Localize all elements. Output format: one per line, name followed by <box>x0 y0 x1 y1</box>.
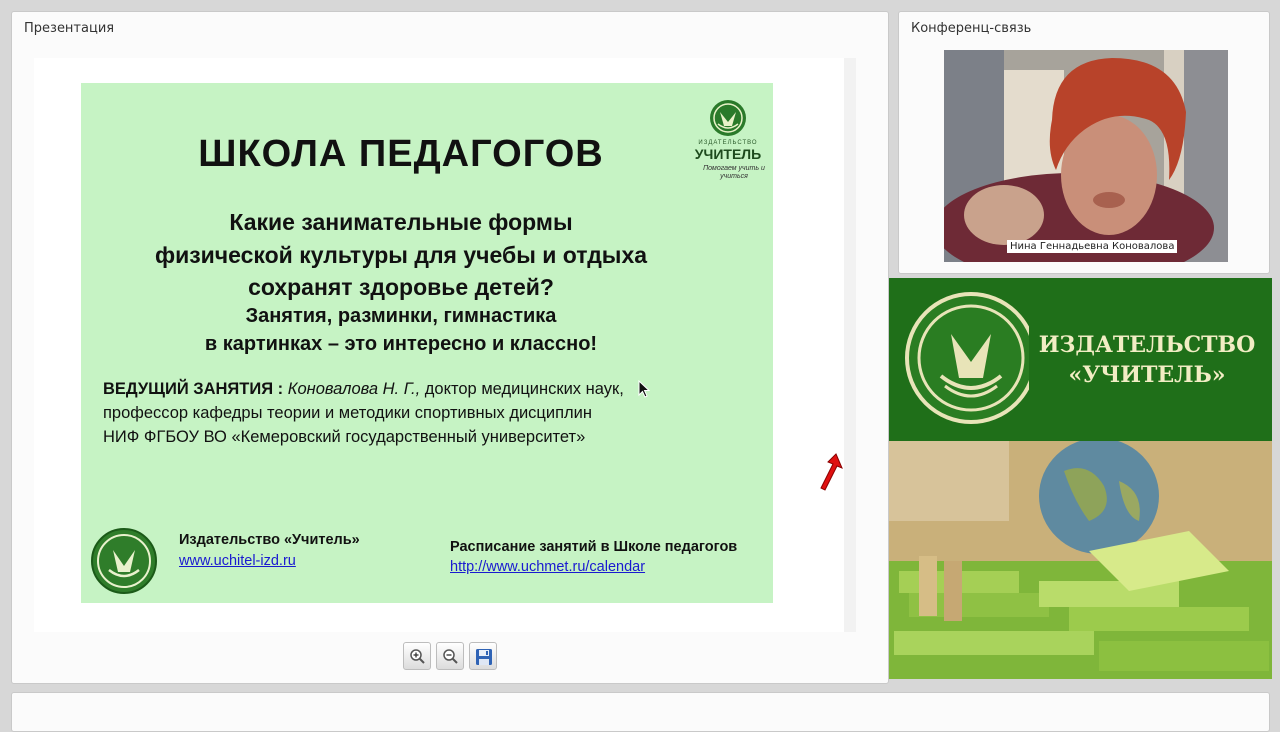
zoom-in-button[interactable] <box>403 642 431 670</box>
slide-lecturer-info: ВЕДУЩИЙ ЗАНЯТИЯ : Коновалова Н. Г., докт… <box>103 377 624 449</box>
slide-title: ШКОЛА ПЕДАГОГОВ <box>198 133 604 175</box>
logo-top-tagline: Помогаем учить и учиться <box>703 165 765 180</box>
publisher-banner: ИЗДАТЕЛЬСТВО «УЧИТЕЛЬ» <box>889 278 1272 441</box>
schedule-link[interactable]: http://www.uchmet.ru/calendar <box>450 559 645 575</box>
lecturer-degree: доктор медицинских наук, <box>420 380 624 398</box>
participant-video-frame <box>944 50 1228 262</box>
bottom-pod <box>11 692 1270 732</box>
uchitel-logo-top: ИЗДАТЕЛЬСТВО УЧИТЕЛЬ Помогаем учить и уч… <box>685 97 771 191</box>
lecturer-label: ВЕДУЩИЙ ЗАНЯТИЯ : <box>103 380 288 398</box>
lecturer-line-3: НИФ ФГБОУ ВО «Кемеровский государственны… <box>103 428 586 446</box>
participant-name-label: Нина Геннадьевна Коновалова <box>1007 240 1178 253</box>
banner-emblem-icon <box>905 292 1029 424</box>
banner-line-2: «УЧИТЕЛЬ» <box>1068 362 1226 388</box>
schedule-title: Расписание занятий в Школе педагогов <box>450 539 738 555</box>
slide-question-line: Какие занимательные формы <box>229 209 573 235</box>
publisher-link[interactable]: www.uchitel-izd.ru <box>179 553 296 569</box>
banner-image <box>889 441 1272 679</box>
presenter-pointer-icon <box>820 453 843 491</box>
slide-question-line: физической культуры для учебы и отдыха <box>154 242 648 268</box>
slide-subtitle-line: Занятия, разминки, гимнастика <box>245 305 557 327</box>
conference-pod: Конференц-связь Нина Геннадьевна Коновал… <box>898 11 1270 274</box>
lecturer-line-1: ВЕДУЩИЙ ЗАНЯТИЯ : Коновалова Н. Г., докт… <box>103 377 624 401</box>
slide-subtitle-line: в картинках – это интересно и классно! <box>204 333 598 355</box>
zoom-in-icon <box>410 649 425 664</box>
lecturer-name: Коновалова Н. Г., <box>287 380 421 398</box>
slide-question-line: сохранят здоровье детей? <box>248 274 554 300</box>
zoom-out-icon <box>443 649 458 664</box>
publisher-name: Издательство «Учитель» <box>179 532 360 548</box>
conference-pod-title: Конференц-связь <box>911 21 1032 36</box>
banner-line-1: ИЗДАТЕЛЬСТВО <box>1038 332 1256 358</box>
slide-area-edge <box>844 58 856 632</box>
mouse-cursor-icon <box>638 380 650 398</box>
logo-top-brand: УЧИТЕЛЬ <box>694 146 762 162</box>
zoom-out-button[interactable] <box>436 642 464 670</box>
books-globe-image <box>889 441 1272 679</box>
lecturer-line-2: профессор кафедры теории и методики спор… <box>103 404 592 422</box>
save-button[interactable] <box>469 642 497 670</box>
uchitel-logo-bottom <box>89 526 159 596</box>
uchitel-emblem-icon <box>91 528 157 594</box>
presentation-pod-title: Презентация <box>24 21 115 36</box>
save-icon <box>476 649 492 665</box>
presentation-slide: ШКОЛА ПЕДАГОГОВ Какие занимательные форм… <box>81 83 773 603</box>
participant-video[interactable]: Нина Геннадьевна Коновалова <box>944 50 1228 262</box>
